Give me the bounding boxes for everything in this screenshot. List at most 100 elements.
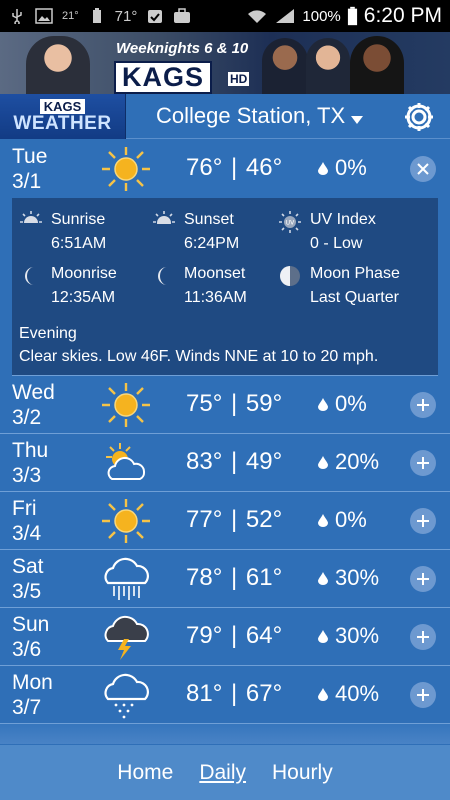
location-selector[interactable]: College Station, TX [156,103,364,129]
clipboard-icon [148,10,163,23]
moonset-item: Moonset 11:36AM [152,262,247,310]
day-details-panel: Sunrise 6:51AM Sunset 6:24PM UV UV Index 0 … [12,198,438,376]
high-temp: 77° [186,506,223,533]
battery-percent: 100% [302,7,341,25]
plus-icon [417,399,429,411]
anchor-photo-4 [350,36,404,94]
high-temp: 79° [186,622,223,649]
collapse-button[interactable] [410,156,436,182]
nav-hourly[interactable]: Hourly [259,761,346,785]
precip-chance: 40% [318,681,379,707]
moonset-icon [157,267,167,285]
day-temps: 81° | 67° [186,680,283,707]
image-icon [35,8,53,24]
uv-index-icon: UV [279,211,301,233]
low-temp: 46° [245,154,283,181]
plus-icon [417,457,429,469]
plus-icon [417,689,429,701]
day-date: 3/3 [12,464,42,487]
day-date: 3/2 [12,406,42,429]
expand-button[interactable] [410,450,436,476]
low-temp: 61° [245,564,283,591]
expand-button[interactable] [410,566,436,592]
expand-button[interactable] [410,508,436,534]
day-temps: 79° | 64° [186,622,283,649]
svg-text:UV: UV [286,220,295,227]
location-label: College Station, TX [156,103,346,128]
day-row[interactable]: Fri 3/4 77° | 52° 0% [0,492,450,550]
precip-chance: 20% [318,449,379,475]
uv-value: 0 - Low [310,235,363,252]
day-date: 3/4 [12,522,42,545]
briefcase-icon [174,8,191,23]
nav-daily[interactable]: Daily [186,761,259,785]
partly-cloudy-icon [106,443,145,480]
expand-button[interactable] [410,624,436,650]
low-temp: 64° [245,622,283,649]
day-date: 3/1 [12,170,42,193]
moonset-label: Moonset [184,265,246,282]
raindrop-icon [318,629,328,643]
day-label: Wed 3/2 [12,380,55,430]
usb-icon [12,9,22,24]
precip-chance: 0% [318,155,367,181]
clock: 6:20 PM [363,4,442,27]
day-name: Thu [12,439,49,462]
expand-button[interactable] [410,392,436,418]
status-bar: 21° 71° 100% 6:20 PM [0,0,450,32]
raindrop-icon [318,161,328,175]
low-temp: 67° [245,680,283,707]
day-row[interactable]: Sat 3/5 78° | 61° 30% [0,550,450,608]
day-row[interactable]: Sun 3/6 79° | 64° 30% [0,608,450,666]
precip-chance: 30% [318,565,379,591]
high-temp: 83° [186,448,223,475]
day-row[interactable]: Wed 3/2 75° | 59° 0% [0,376,450,434]
anchor-photo-2 [262,38,308,94]
day-name: Sat [12,555,44,578]
plus-icon [417,573,429,585]
battery-small-icon [92,8,101,23]
gear-icon[interactable] [402,100,436,134]
raindrop-icon [318,687,328,701]
signal-icon [276,9,295,23]
high-temp: 81° [186,680,223,707]
expand-button[interactable] [410,682,436,708]
sunrise-value: 6:51AM [51,235,107,252]
day-label: Thu 3/3 [12,438,48,488]
moon-phase-icon [280,266,300,286]
day-date: 3/6 [12,638,42,661]
app-header: KAGS WEATHER College Station, TX [0,93,450,139]
day-name: Mon [12,671,53,694]
day-row[interactable]: Mon 3/7 81° | 67° 40% [0,666,450,724]
uv-label: UV Index [310,211,376,228]
wifi-icon [248,10,267,23]
day-label: Tue 3/1 [12,144,47,194]
sunrise-label: Sunrise [51,211,106,228]
day-row[interactable]: Thu 3/3 83° | 49° 20% [0,434,450,492]
precip-value: 30% [335,565,380,590]
day-row-expanded[interactable]: Tue 3/1 76° | 46° 0% [0,140,450,198]
daily-forecast-list[interactable]: Tue 3/1 76° | 46° 0% Sunrise 6:51AM Sunse… [0,140,450,745]
moonrise-value: 12:35AM [51,289,116,306]
day-temps: 75° | 59° [186,390,283,417]
showers-icon [104,673,149,719]
banner-logo: KAGS [114,61,213,94]
precip-chance: 0% [318,391,367,417]
nav-home[interactable]: Home [104,761,186,785]
app-logo: KAGS WEATHER [0,93,126,139]
moonset-value: 11:36AM [184,289,247,306]
partial-row [0,724,450,744]
high-temp: 75° [186,390,223,417]
day-name: Sun [12,613,50,636]
moon-phase-item: Moon Phase Last Quarter [278,262,400,310]
ad-banner[interactable]: Weeknights 6 & 10 KAGS HD [0,32,450,94]
anchor-photo-1 [26,36,90,94]
raindrop-icon [318,455,328,469]
sunset-value: 6:24PM [184,235,240,252]
logo-top-text: KAGS [39,98,86,114]
moonrise-label: Moonrise [51,265,117,282]
close-icon [417,163,429,175]
sunset-item: Sunset 6:24PM [152,208,239,256]
moon-phase-label: Moon Phase [310,265,400,282]
sunrise-item: Sunrise 6:51AM [19,208,106,256]
